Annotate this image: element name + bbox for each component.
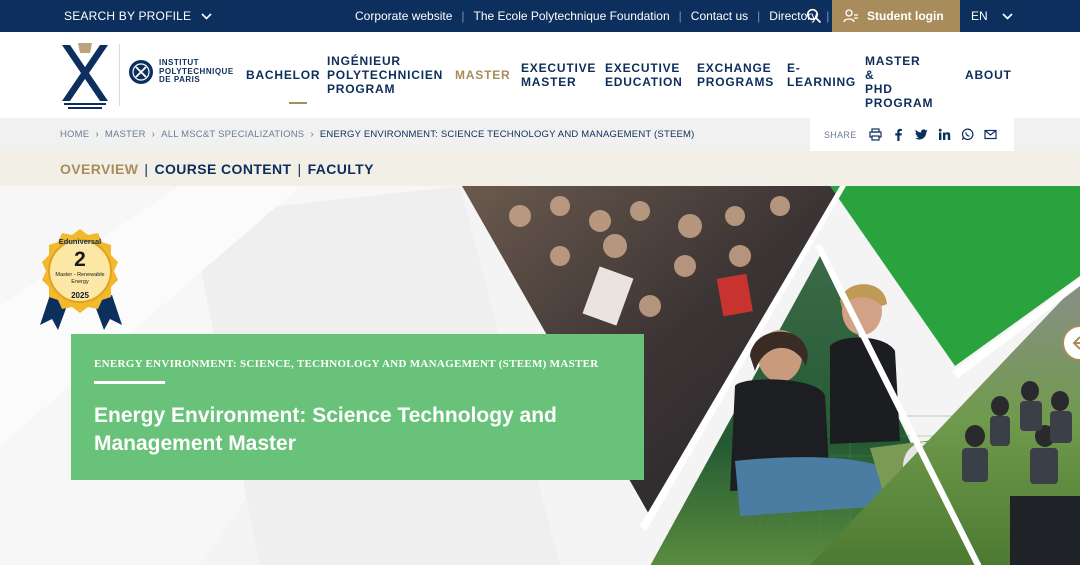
hero-banner: Eduniversal 2 Master - Renewable Energy … xyxy=(0,186,1080,565)
nav-master[interactable]: MASTER xyxy=(455,68,510,82)
separator: | xyxy=(757,9,761,23)
section-tabs: OVERVIEW | COURSE CONTENT | FACULTY xyxy=(60,151,374,186)
badge-subtitle: Master - Renewable Energy xyxy=(55,272,105,285)
nav-master-phd-program[interactable]: MASTER & PHD PROGRAM xyxy=(865,54,933,110)
chevron-down-icon xyxy=(201,12,212,20)
tab-faculty[interactable]: FACULTY xyxy=(308,161,374,177)
nav-e-learning[interactable]: E- LEARNING xyxy=(787,61,856,89)
student-login-label: Student login xyxy=(867,9,944,23)
share-bar: SHARE xyxy=(810,118,1014,151)
search-by-profile-label: SEARCH BY PROFILE xyxy=(64,9,192,23)
tab-separator: | xyxy=(144,160,149,177)
contact-us-link[interactable]: Contact us xyxy=(691,9,748,23)
chevron-right-icon: › xyxy=(151,129,156,140)
hero-overline: ENERGY ENVIRONMENT: SCIENCE, TECHNOLOGY … xyxy=(94,358,599,370)
email-icon[interactable] xyxy=(983,128,997,141)
print-icon[interactable] xyxy=(868,128,882,141)
nav-exchange-programs[interactable]: EXCHANGE PROGRAMS xyxy=(697,61,774,89)
tab-overview[interactable]: OVERVIEW xyxy=(60,161,138,177)
hero-title: Energy Environment: Science Technology a… xyxy=(94,404,557,455)
ip-paris-emblem-icon xyxy=(129,60,153,84)
main-header: INSTITUT POLYTECHNIQUE DE PARIS BACHELOR… xyxy=(0,32,1080,118)
nav-bachelor[interactable]: BACHELOR xyxy=(246,68,320,82)
tab-separator: | xyxy=(297,160,302,177)
language-selector[interactable]: EN xyxy=(960,0,1080,32)
separator: | xyxy=(461,9,465,23)
chevron-right-icon: › xyxy=(95,129,99,140)
nav-about[interactable]: ABOUT xyxy=(965,68,1012,82)
institut-name: INSTITUT POLYTECHNIQUE DE PARIS xyxy=(159,59,234,85)
institut-line: DE PARIS xyxy=(159,75,201,85)
top-utility-bar: SEARCH BY PROFILE Corporate website | Th… xyxy=(0,0,1080,32)
student-login-button[interactable]: Student login xyxy=(832,0,960,32)
badge-brand: Eduniversal xyxy=(58,237,102,246)
ecole-polytechnique-logo[interactable] xyxy=(58,41,112,111)
institut-polytechnique-logo[interactable]: INSTITUT POLYTECHNIQUE DE PARIS xyxy=(128,59,234,85)
separator: | xyxy=(678,9,682,23)
foundation-link[interactable]: The Ecole Polytechnique Foundation xyxy=(474,9,670,23)
breadcrumb-home[interactable]: HOME xyxy=(60,129,89,140)
language-label: EN xyxy=(971,9,988,23)
badge-year: 2025 xyxy=(71,291,89,300)
hero-title-rule xyxy=(94,381,165,384)
linkedin-icon[interactable] xyxy=(938,128,951,141)
nav-executive-education[interactable]: EXECUTIVE EDUCATION xyxy=(605,61,683,89)
chevron-down-icon xyxy=(1002,12,1013,20)
chevron-right-icon: › xyxy=(310,129,314,140)
utility-links: Corporate website | The Ecole Polytechni… xyxy=(355,0,838,32)
twitter-icon[interactable] xyxy=(914,128,928,141)
corporate-website-link[interactable]: Corporate website xyxy=(355,9,452,23)
whatsapp-icon[interactable] xyxy=(961,128,974,141)
breadcrumb-specializations[interactable]: ALL MSC&T SPECIALIZATIONS xyxy=(161,129,304,140)
breadcrumb-master[interactable]: MASTER xyxy=(105,129,146,140)
search-icon[interactable] xyxy=(806,8,822,24)
badge-rank: 2 xyxy=(74,248,86,271)
logo-divider xyxy=(119,44,120,106)
breadcrumb-current: ENERGY ENVIRONMENT: SCIENCE TECHNOLOGY A… xyxy=(319,129,695,140)
share-label: SHARE xyxy=(824,129,857,140)
hero-title-card: ENERGY ENVIRONMENT: SCIENCE, TECHNOLOGY … xyxy=(71,334,644,480)
section-tabs-bar: OVERVIEW | COURSE CONTENT | FACULTY xyxy=(0,151,1080,186)
search-by-profile-dropdown[interactable]: SEARCH BY PROFILE xyxy=(64,0,212,32)
breadcrumb: HOME › MASTER › ALL MSC&T SPECIALIZATION… xyxy=(60,118,695,151)
eduniversal-ranking-badge: Eduniversal 2 Master - Renewable Energy … xyxy=(36,229,126,333)
user-icon xyxy=(843,9,858,23)
separator: | xyxy=(826,9,830,23)
tab-course-content[interactable]: COURSE CONTENT xyxy=(154,161,291,177)
facebook-icon[interactable] xyxy=(892,128,905,141)
active-nav-indicator xyxy=(289,102,307,104)
arrow-left-icon xyxy=(1072,336,1080,350)
breadcrumb-bar: HOME › MASTER › ALL MSC&T SPECIALIZATION… xyxy=(0,118,1080,151)
nav-ingenieur-polytechnicien[interactable]: INGÉNIEUR POLYTECHNICIEN PROGRAM xyxy=(327,54,443,96)
nav-executive-master[interactable]: EXECUTIVE MASTER xyxy=(521,61,596,89)
